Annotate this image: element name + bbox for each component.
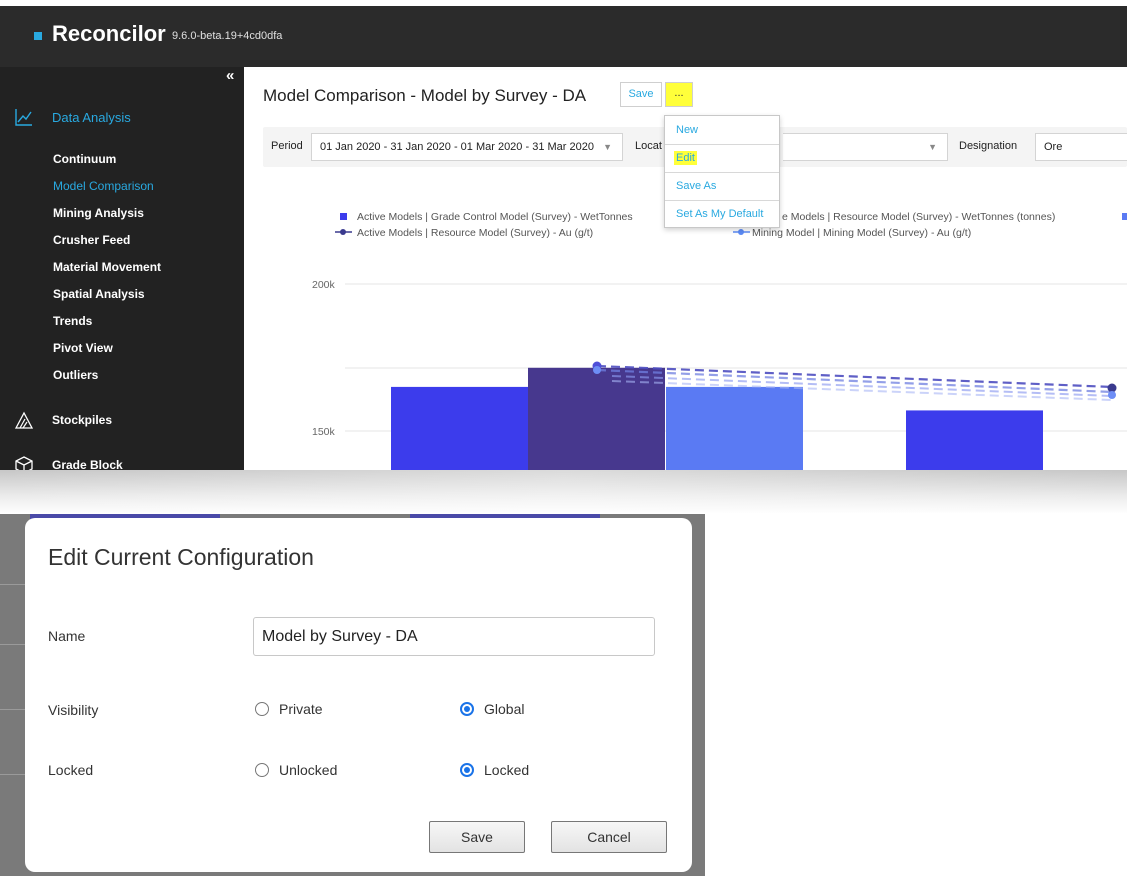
radio-circle	[255, 763, 269, 777]
legend-swatch-marker	[738, 229, 744, 235]
radio-label: Unlocked	[279, 762, 338, 778]
dialog-cancel-button[interactable]: Cancel	[551, 821, 667, 853]
legend-entry: Active Models | Resource Model (Survey) …	[357, 227, 593, 239]
menu-item-set-as-default[interactable]: Set As My Default	[676, 208, 763, 220]
name-input[interactable]	[253, 617, 655, 656]
legend-swatch-marker	[340, 229, 346, 235]
legend-entry: e Models | Resource Model (Survey) - Wet…	[782, 211, 1055, 223]
radio-circle	[255, 702, 269, 716]
y-tick-label: 150k	[312, 426, 336, 438]
locked-label: Locked	[48, 762, 94, 778]
locked-unlocked-radio[interactable]: Unlocked	[255, 762, 337, 778]
menu-divider	[665, 200, 779, 201]
visibility-global-radio[interactable]: Global	[460, 701, 524, 717]
legend-entry: Mining Model | Mining Model (Survey) - A…	[752, 227, 971, 239]
menu-item-new[interactable]: New	[676, 124, 698, 136]
legend-entry: Active Models | Grade Control Model (Sur…	[357, 211, 633, 223]
composite-screenshot: Reconcilor 9.6.0-beta.19+4cd0dfa « Data …	[0, 0, 1127, 876]
screenshot-separator	[0, 470, 1127, 514]
visibility-label: Visibility	[48, 702, 99, 718]
radio-label: Private	[279, 701, 323, 717]
legend-swatch-square	[340, 213, 347, 220]
edit-configuration-dialog: Edit Current Configuration Name Visibili…	[25, 518, 692, 872]
radio-label: Global	[484, 701, 525, 717]
menu-divider	[665, 144, 779, 145]
more-options-menu: New Edit Save As Set As My Default	[664, 115, 780, 228]
model-comparison-chart: Active Models | Grade Control Model (Sur…	[312, 211, 1127, 470]
series-point	[1108, 391, 1116, 399]
chart-bar	[391, 386, 528, 470]
y-tick-label: 200k	[312, 279, 336, 291]
legend-swatch-square	[1122, 213, 1127, 220]
radio-label: Locked	[484, 762, 530, 778]
visibility-private-radio[interactable]: Private	[255, 701, 323, 717]
chart-bar	[906, 410, 1043, 470]
radio-circle	[460, 763, 474, 777]
menu-item-save-as[interactable]: Save As	[676, 180, 716, 192]
app-window: Reconcilor 9.6.0-beta.19+4cd0dfa « Data …	[0, 0, 1127, 470]
locked-locked-radio[interactable]: Locked	[460, 762, 529, 778]
dialog-save-button[interactable]: Save	[429, 821, 525, 853]
menu-item-edit[interactable]: Edit	[674, 151, 697, 165]
name-label: Name	[48, 628, 86, 644]
chart-bar	[666, 386, 803, 470]
dialog-title: Edit Current Configuration	[48, 544, 314, 570]
series-point	[593, 366, 601, 374]
radio-circle	[460, 702, 474, 716]
menu-divider	[665, 172, 779, 173]
